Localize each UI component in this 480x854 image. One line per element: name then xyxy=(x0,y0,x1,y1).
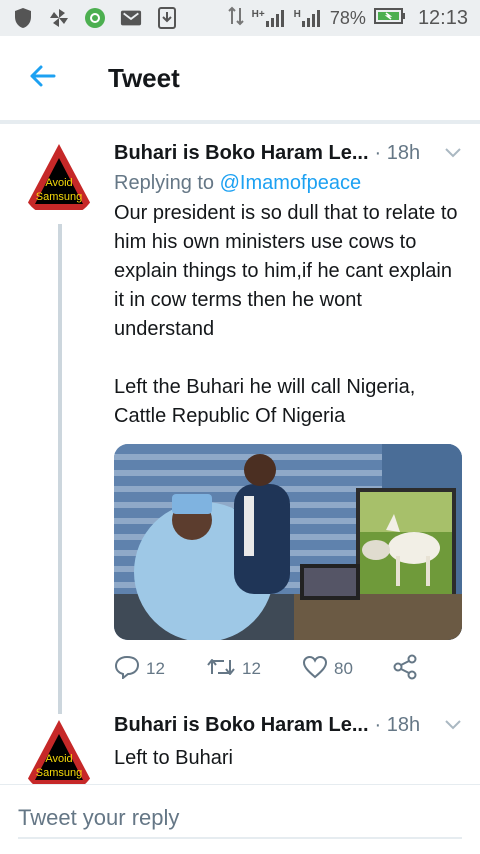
network-type-label: H+ xyxy=(251,9,265,20)
battery-icon xyxy=(373,7,406,30)
download-icon xyxy=(156,7,178,29)
heart-icon xyxy=(302,655,328,684)
back-button[interactable] xyxy=(0,36,84,122)
share-button[interactable] xyxy=(392,654,418,685)
avatar[interactable]: Avoid Samsung xyxy=(20,716,98,784)
reply-button[interactable]: 12 xyxy=(114,655,206,684)
author-name[interactable]: Buhari is Boko Haram Le... xyxy=(114,142,369,165)
retweet-button[interactable]: 12 xyxy=(206,656,302,683)
data-transfer-icon xyxy=(227,6,244,31)
retweet-icon xyxy=(206,656,236,683)
like-count: 80 xyxy=(334,659,353,678)
back-arrow-icon xyxy=(28,64,56,93)
avatar-text: Avoid xyxy=(45,753,73,765)
app-circle-icon xyxy=(84,7,106,29)
battery-percent: 78% xyxy=(329,7,366,28)
signal-1-icon: H+ xyxy=(252,9,286,27)
photo-illustration xyxy=(114,444,462,640)
replying-to: Replying to @Imamofpeace xyxy=(114,172,464,195)
app-header: Tweet xyxy=(0,36,480,122)
avatar-text: Samsung xyxy=(35,767,83,779)
clock: 12:13 xyxy=(417,6,468,29)
chevron-down-icon[interactable] xyxy=(442,714,464,736)
tweet-text: Our president is so dull that to relate … xyxy=(114,202,458,427)
tweet-actions: 12 12 80 xyxy=(114,652,434,686)
network-type-label: H xyxy=(293,9,301,20)
gmail-icon xyxy=(120,7,142,29)
tweet-image[interactable] xyxy=(114,444,462,640)
tweet[interactable]: Avoid Samsung Buhari is Boko Haram Le...… xyxy=(0,700,480,784)
timestamp: · 18h xyxy=(374,141,421,164)
reply-input[interactable] xyxy=(18,799,462,839)
tweet[interactable]: Avoid Samsung Buhari is Boko Haram Le...… xyxy=(0,124,480,714)
thread-line xyxy=(58,224,62,714)
pinwheel-icon xyxy=(48,7,70,29)
shield-icon xyxy=(12,7,34,29)
avatar-text: Avoid xyxy=(45,177,73,189)
reply-icon xyxy=(114,655,140,684)
retweet-count: 12 xyxy=(242,659,261,678)
mention-link[interactable]: @Imamofpeace xyxy=(220,172,361,194)
author-name[interactable]: Buhari is Boko Haram Le... xyxy=(114,714,369,737)
avatar-text: Samsung xyxy=(35,191,83,203)
reply-composer xyxy=(0,784,480,854)
chevron-down-icon[interactable] xyxy=(442,142,464,164)
tweet-text: Left to Buhari xyxy=(114,747,233,769)
timestamp: · 18h xyxy=(374,713,421,736)
like-button[interactable]: 80 xyxy=(302,655,392,684)
avatar[interactable]: Avoid Samsung xyxy=(20,140,98,218)
share-icon xyxy=(392,654,418,685)
reply-count: 12 xyxy=(146,659,165,678)
status-bar: H+ H 78% 12:13 xyxy=(0,0,480,36)
page-title: Tweet xyxy=(108,63,180,93)
signal-2-icon: H xyxy=(294,9,322,27)
replying-label: Replying to xyxy=(114,172,215,194)
